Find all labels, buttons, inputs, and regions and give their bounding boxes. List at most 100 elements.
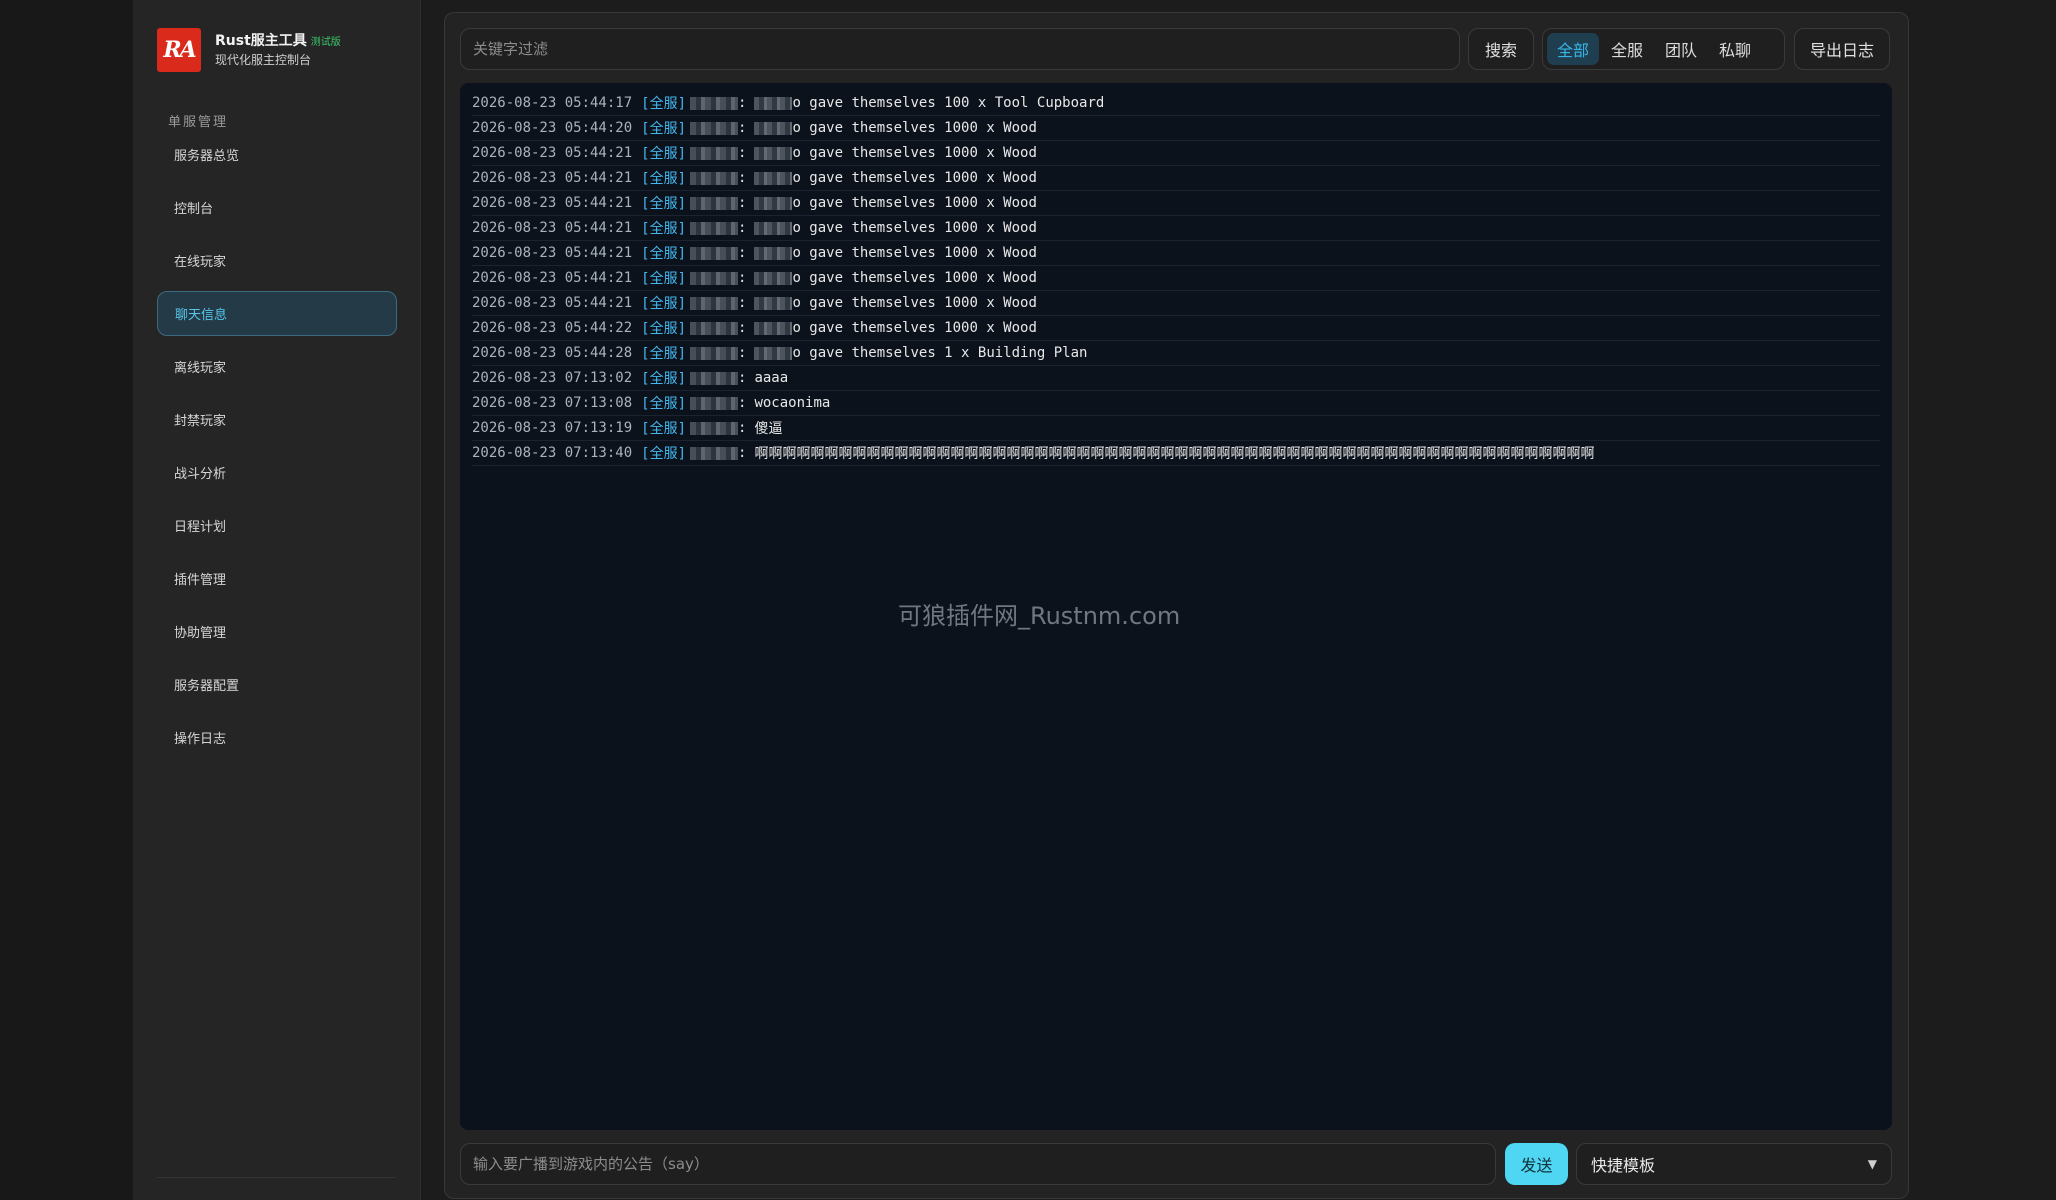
blurred-player-name [690, 321, 739, 335]
log-channel: [全服] [641, 271, 687, 287]
log-timestamp: 2026-08-23 05:44:17 [472, 95, 633, 111]
log-timestamp: 2026-08-23 05:44:21 [472, 220, 633, 236]
log-message: o gave themselves 1 x Building Plan [792, 345, 1088, 361]
sidebar-item[interactable]: 日程计划 [157, 503, 397, 548]
sidebar-item-label: 在线玩家 [174, 255, 227, 270]
sidebar-item[interactable]: 封禁玩家 [157, 397, 397, 442]
blurred-player-name [690, 196, 739, 210]
log-timestamp: 2026-08-23 05:44:21 [472, 245, 633, 261]
log-message: wocaonima [754, 395, 831, 411]
sidebar-item[interactable]: 战斗分析 [157, 450, 397, 495]
log-row: 2026-08-23 05:44:21 [全服]: o gave themselve… [472, 141, 1880, 166]
blurred-sender-name [754, 296, 793, 310]
sidebar-item[interactable]: 在线玩家 [157, 238, 397, 283]
channel-tabs: 全部 全服 团队 私聊 [1542, 28, 1785, 70]
sidebar-item[interactable]: 服务器总览 [157, 132, 397, 177]
chevron-down-icon: ▼ [1867, 1157, 1877, 1171]
log-row: 2026-08-23 05:44:17 [全服]: o gave themselve… [472, 91, 1880, 116]
log-colon: : [738, 95, 747, 111]
app-title-text: Rust服主工具 [215, 33, 307, 49]
tab-channel[interactable]: 全服 [1601, 33, 1653, 65]
log-channel: [全服] [641, 246, 687, 262]
export-log-button[interactable]: 导出日志 [1794, 28, 1890, 70]
sidebar-item[interactable]: 聊天信息 [157, 291, 397, 336]
log-message: o gave themselves 1000 x Wood [792, 195, 1037, 211]
log-timestamp: 2026-08-23 05:44:28 [472, 345, 633, 361]
sidebar-item-label: 日程计划 [174, 520, 227, 535]
tab-channel[interactable]: 全部 [1547, 33, 1600, 65]
beta-badge: 测试版 [310, 37, 341, 48]
sidebar-item-label: 协助管理 [174, 626, 227, 641]
log-timestamp: 2026-08-23 05:44:21 [472, 270, 633, 286]
blurred-sender-name [754, 246, 793, 260]
log-timestamp: 2026-08-23 05:44:21 [472, 195, 633, 211]
log-row: 2026-08-23 05:44:21 [全服]: o gave themselve… [472, 216, 1880, 241]
blurred-player-name [690, 346, 739, 360]
sidebar-item[interactable]: 控制台 [157, 185, 397, 230]
watermark: 可狼插件网_Rustnm.com [898, 602, 1181, 630]
log-message: o gave themselves 1000 x Wood [792, 295, 1037, 311]
log-channel: [全服] [641, 171, 687, 187]
log-channel: [全服] [641, 146, 687, 162]
log-row: 2026-08-23 07:13:40 [全服]: 啊啊啊啊啊啊啊啊啊啊啊啊啊啊啊啊… [472, 441, 1880, 466]
blurred-sender-name [754, 196, 793, 210]
log-channel: [全服] [641, 346, 687, 362]
log-timestamp: 2026-08-23 05:44:21 [472, 170, 633, 186]
section-label: 单服管理 [168, 115, 229, 130]
sidebar-item[interactable]: 插件管理 [157, 556, 397, 601]
blurred-sender-name [754, 321, 793, 335]
broadcast-input[interactable] [460, 1143, 1496, 1185]
sidebar-divider [157, 1177, 396, 1178]
log-row: 2026-08-23 07:13:02 [全服]: aaaa [472, 366, 1880, 391]
log-row: 2026-08-23 07:13:19 [全服]: 傻逼 [472, 416, 1880, 441]
sidebar-item-label: 离线玩家 [174, 361, 227, 376]
log-colon: : [738, 245, 747, 261]
blurred-player-name [690, 221, 739, 235]
blurred-player-name [690, 96, 739, 110]
log-message: o gave themselves 1000 x Wood [792, 170, 1037, 186]
search-button[interactable]: 搜索 [1468, 28, 1534, 70]
keyword-filter-input[interactable] [460, 28, 1460, 70]
log-timestamp: 2026-08-23 07:13:19 [472, 420, 633, 436]
log-colon: : [738, 120, 747, 136]
log-colon: : [738, 220, 747, 236]
log-colon: : [738, 170, 747, 186]
blurred-player-name [690, 296, 739, 310]
blurred-player-name [690, 146, 739, 160]
log-message: o gave themselves 100 x Tool Cupboard [792, 95, 1105, 111]
quick-template-select[interactable]: 快捷模板 ▼ [1576, 1143, 1892, 1185]
blurred-sender-name [754, 96, 793, 110]
sidebar-nav: 服务器总览控制台在线玩家聊天信息离线玩家封禁玩家战斗分析日程计划插件管理协助管理… [157, 132, 397, 768]
log-message: 啊啊啊啊啊啊啊啊啊啊啊啊啊啊啊啊啊啊啊啊啊啊啊啊啊啊啊啊啊啊啊啊啊啊啊啊啊啊啊啊… [754, 446, 1595, 462]
brand: RA Rust服主工具 测试版 现代化服主控制台 [157, 28, 341, 72]
log-row: 2026-08-23 07:13:08 [全服]: wocaonima [472, 391, 1880, 416]
blurred-player-name [690, 396, 739, 410]
log-channel: [全服] [641, 421, 687, 437]
app-title: Rust服主工具 测试版 [215, 32, 341, 52]
sidebar-item[interactable]: 操作日志 [157, 715, 397, 760]
blurred-player-name [690, 121, 739, 135]
sidebar-item-label: 控制台 [174, 202, 214, 217]
log-message: o gave themselves 1000 x Wood [792, 270, 1037, 286]
app-logo: RA [157, 28, 201, 72]
log-channel: [全服] [641, 371, 687, 387]
sidebar-item-label: 战斗分析 [174, 467, 227, 482]
log-message: 傻逼 [754, 421, 783, 437]
sidebar-item[interactable]: 协助管理 [157, 609, 397, 654]
sidebar: RA Rust服主工具 测试版 现代化服主控制台 单服管理 服务器总览控制台在线玩… [133, 0, 421, 1200]
tab-channel[interactable]: 私聊 [1709, 33, 1761, 65]
template-select-label: 快捷模板 [1591, 1156, 1656, 1175]
blurred-player-name [690, 246, 739, 260]
send-button[interactable]: 发送 [1505, 1143, 1568, 1185]
log-channel: [全服] [641, 396, 687, 412]
sidebar-item[interactable]: 服务器配置 [157, 662, 397, 707]
log-timestamp: 2026-08-23 05:44:20 [472, 120, 633, 136]
tab-channel[interactable]: 团队 [1655, 33, 1707, 65]
sidebar-item[interactable]: 离线玩家 [157, 344, 397, 389]
app-subtitle: 现代化服主控制台 [215, 53, 312, 67]
log-message: o gave themselves 1000 x Wood [792, 220, 1037, 236]
log-timestamp: 2026-08-23 05:44:22 [472, 320, 633, 336]
log-channel: [全服] [641, 446, 687, 462]
log-message: o gave themselves 1000 x Wood [792, 245, 1037, 261]
log-channel: [全服] [641, 96, 687, 112]
